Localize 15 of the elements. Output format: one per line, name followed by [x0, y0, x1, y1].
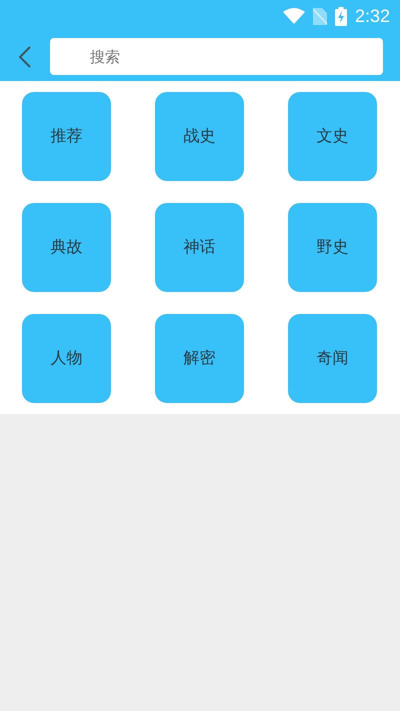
category-tile[interactable]: 人物 [22, 314, 111, 403]
category-tile[interactable]: 战史 [155, 92, 244, 181]
back-chevron-icon [19, 46, 31, 68]
no-sim-icon [312, 8, 327, 24]
category-tile[interactable]: 文史 [288, 92, 377, 181]
battery-charging-icon [334, 6, 347, 26]
search-field[interactable]: 搜索 [50, 38, 383, 75]
status-time: 2:32 [354, 6, 390, 26]
category-tile[interactable]: 神话 [155, 203, 244, 292]
category-tile[interactable]: 推荐 [22, 92, 111, 181]
wifi-icon [282, 8, 305, 24]
category-tile[interactable]: 解密 [155, 314, 244, 403]
category-tile[interactable]: 野史 [288, 203, 377, 292]
category-tile[interactable]: 奇闻 [288, 314, 377, 403]
category-tile[interactable]: 典故 [22, 203, 111, 292]
